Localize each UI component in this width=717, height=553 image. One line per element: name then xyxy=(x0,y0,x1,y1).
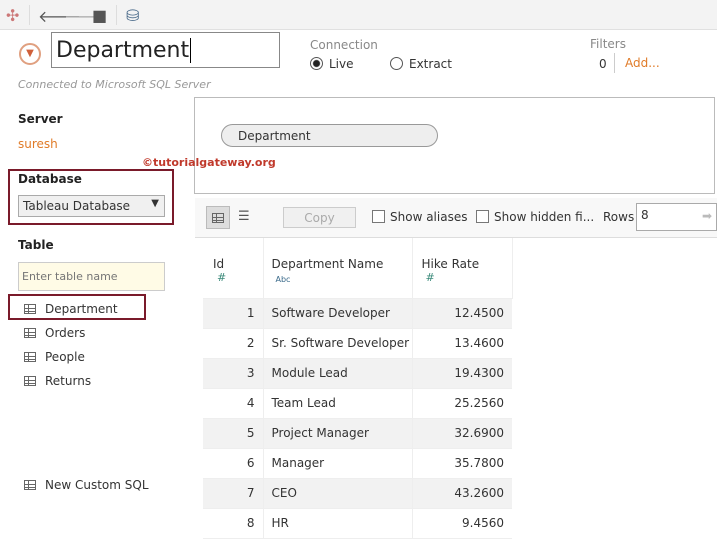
table-search-input[interactable] xyxy=(18,262,165,291)
extract-radio[interactable]: Extract xyxy=(390,57,452,71)
copy-button[interactable]: Copy xyxy=(283,207,356,228)
table-cell: 2 xyxy=(203,328,264,359)
table-cell: 13.4600 xyxy=(412,328,512,359)
rows-label: Rows xyxy=(603,210,635,224)
table-cell: 5 xyxy=(203,418,264,449)
new-datasource-icon[interactable]: ⛁ xyxy=(126,6,139,25)
table-row: 1 Software Developer 12.4500 xyxy=(203,298,512,329)
table-row: 6 Manager 35.7800 xyxy=(203,448,512,479)
datasource-name-input[interactable]: Department xyxy=(51,32,280,68)
new-custom-sql[interactable]: New Custom SQL xyxy=(24,478,149,492)
table-label: Table xyxy=(18,238,54,252)
table-cell: Sr. Software Developer xyxy=(263,328,413,359)
column-header-hike-rate[interactable]: Hike Rate # xyxy=(412,238,513,299)
filters-count: 0 xyxy=(599,57,607,71)
database-label: Database xyxy=(18,172,82,186)
table-icon xyxy=(24,376,36,386)
server-label: Server xyxy=(18,112,63,126)
toolbar: ✣ 🡐 🡒 ■ ⛁ xyxy=(0,0,717,30)
sql-icon xyxy=(24,480,36,490)
table-cell: 9.4560 xyxy=(412,508,512,539)
table-icon xyxy=(24,328,36,338)
number-type-icon: # xyxy=(425,271,435,284)
table-cell: Manager xyxy=(263,448,413,479)
table-cell: 4 xyxy=(203,388,264,419)
table-cell: 43.2600 xyxy=(412,478,512,509)
table-cell: 7 xyxy=(203,478,264,509)
table-cell: Project Manager xyxy=(263,418,413,449)
arrow-right-icon[interactable]: ➡ xyxy=(702,209,712,223)
table-cell: 19.4300 xyxy=(412,358,512,389)
add-filter-link[interactable]: Add... xyxy=(625,56,660,70)
filters-label: Filters xyxy=(590,37,626,51)
table-row: 4 Team Lead 25.2560 xyxy=(203,388,512,419)
table-row: 8 HR 9.4560 xyxy=(203,508,512,539)
table-icon xyxy=(24,304,36,314)
live-radio[interactable]: Live xyxy=(310,57,354,71)
table-cell: CEO xyxy=(263,478,413,509)
table-cell: 32.6900 xyxy=(412,418,512,449)
datasource-menu-icon[interactable]: ▼ xyxy=(19,43,41,65)
table-pill[interactable]: Department xyxy=(221,124,438,147)
table-cell: 35.7800 xyxy=(412,448,512,479)
save-icon[interactable]: ■ xyxy=(92,6,107,25)
list-view-icon[interactable]: ☰ xyxy=(238,209,250,224)
number-type-icon: # xyxy=(217,271,227,284)
column-header-department-name[interactable]: Department Name Abc xyxy=(263,238,413,299)
rows-input[interactable]: 8 ➡ xyxy=(636,203,717,231)
grid-view-button[interactable] xyxy=(206,206,230,229)
table-cell: 1 xyxy=(203,298,264,329)
table-cell: Team Lead xyxy=(263,388,413,419)
table-cell: 6 xyxy=(203,448,264,479)
table-cell: Software Developer xyxy=(263,298,413,329)
table-item-returns[interactable]: Returns xyxy=(24,374,91,388)
table-cell: Module Lead xyxy=(263,358,413,389)
table-row: 7 CEO 43.2600 xyxy=(203,478,512,509)
table-cell: 12.4500 xyxy=(412,298,512,329)
table-row: 3 Module Lead 19.4300 xyxy=(203,358,512,389)
string-type-icon: Abc xyxy=(275,275,291,284)
table-cell: 8 xyxy=(203,508,264,539)
server-value[interactable]: suresh xyxy=(18,137,58,151)
table-row: 2 Sr. Software Developer 13.4600 xyxy=(203,328,512,359)
table-cell: 25.2560 xyxy=(412,388,512,419)
table-item-people[interactable]: People xyxy=(24,350,85,364)
table-cell: HR xyxy=(263,508,413,539)
grid-icon xyxy=(212,213,224,223)
table-icon xyxy=(24,352,36,362)
data-grid: Id # Department Name Abc Hike Rate # 1 Softw… xyxy=(203,238,513,539)
column-header-id[interactable]: Id # xyxy=(203,238,264,299)
chevron-down-icon: ▼ xyxy=(151,198,159,209)
table-cell: 3 xyxy=(203,358,264,389)
connection-label: Connection xyxy=(310,38,378,52)
table-item-department[interactable]: Department xyxy=(24,302,118,316)
show-hidden-checkbox[interactable]: Show hidden fi... xyxy=(476,210,594,224)
database-select[interactable]: Tableau Database ▼ xyxy=(18,195,165,217)
table-item-orders[interactable]: Orders xyxy=(24,326,85,340)
watermark: ©tutorialgateway.org xyxy=(142,156,276,169)
tableau-logo-icon[interactable]: ✣ xyxy=(6,6,19,25)
connection-info: Connected to Microsoft SQL Server xyxy=(18,78,211,91)
table-row: 5 Project Manager 32.6900 xyxy=(203,418,512,449)
show-aliases-checkbox[interactable]: Show aliases xyxy=(372,210,467,224)
